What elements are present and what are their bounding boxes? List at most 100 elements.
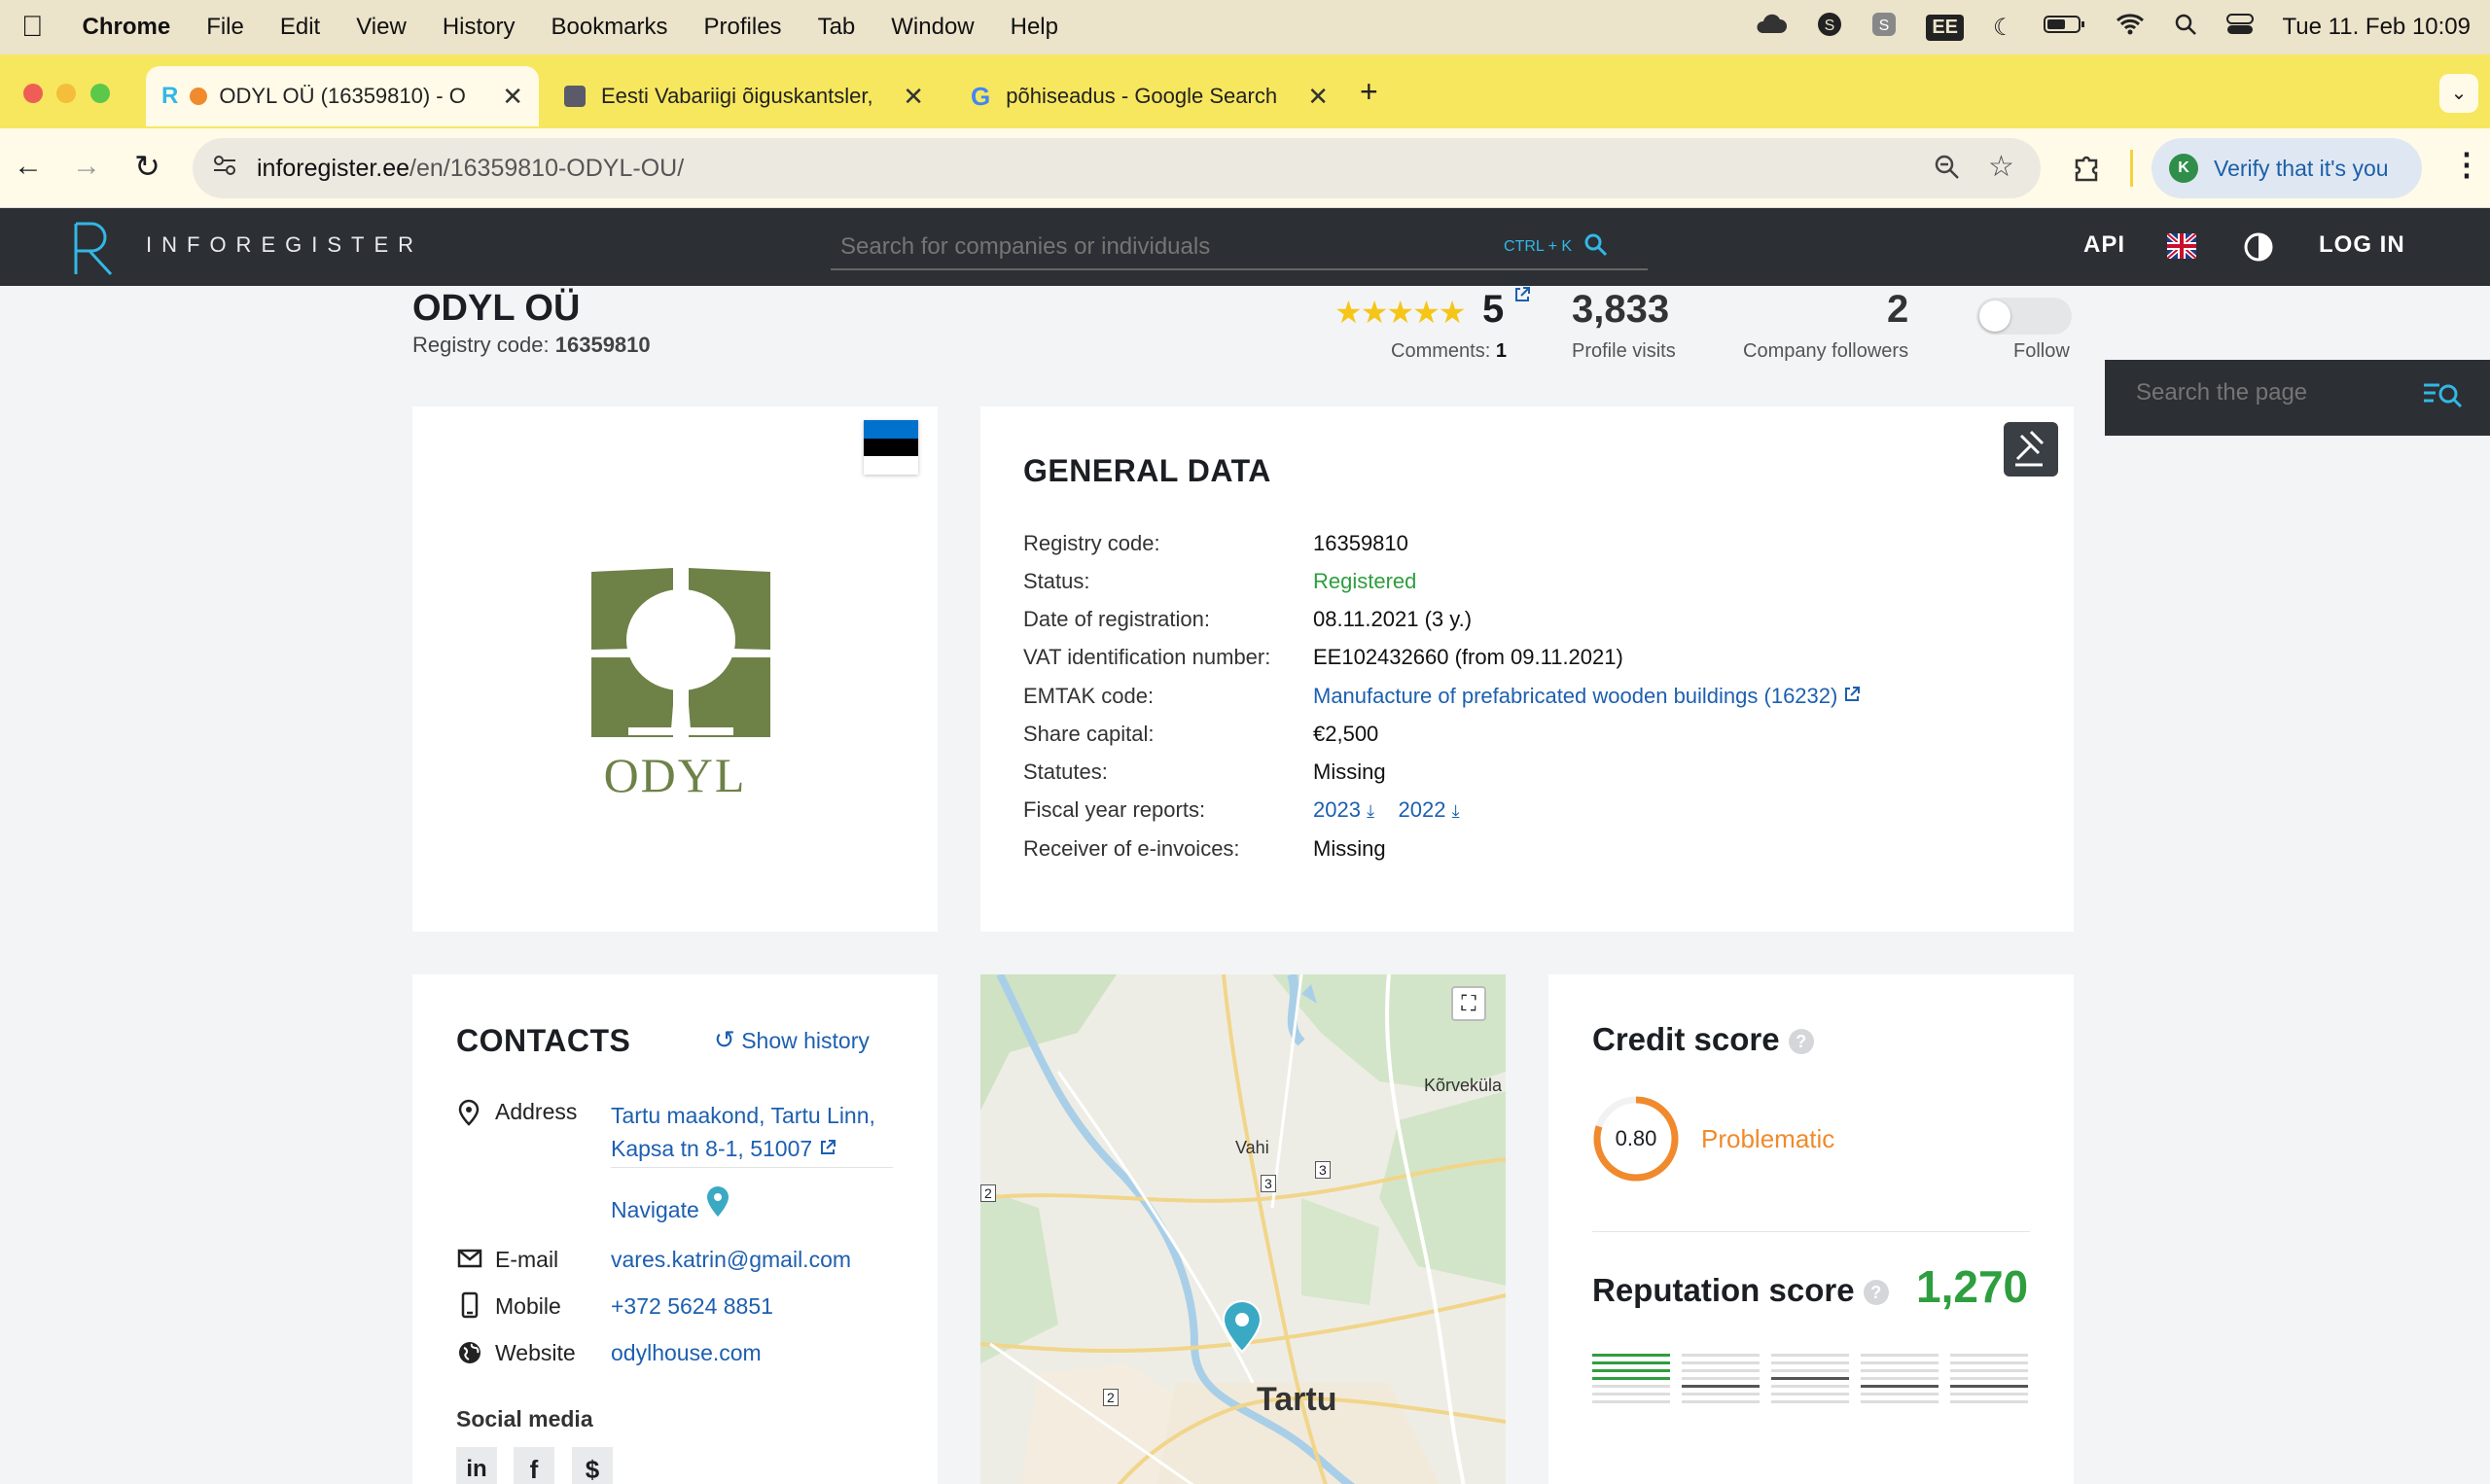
- mobile-link[interactable]: +372 5624 8851: [611, 1293, 773, 1320]
- login-link[interactable]: LOG IN: [2319, 231, 2405, 259]
- site-logo-text[interactable]: INFOREGISTER: [146, 232, 423, 258]
- url-path: /en/16359810-ODYL-OU/: [409, 154, 685, 182]
- search-icon[interactable]: [1583, 232, 1609, 263]
- tab-title: ODYL OÜ (16359810) - O: [219, 84, 466, 108]
- reload-icon[interactable]: ↻: [134, 148, 160, 185]
- search-list-icon[interactable]: [2422, 381, 2463, 415]
- battery-icon[interactable]: [2043, 14, 2086, 42]
- focus-moon-icon[interactable]: ☾: [1993, 14, 2014, 42]
- report-link-2023[interactable]: 2023 ⤓: [1313, 797, 1374, 822]
- comments-line[interactable]: Comments: 1: [1391, 340, 1507, 363]
- menu-file[interactable]: File: [206, 14, 244, 41]
- menu-app-name[interactable]: Chrome: [83, 14, 171, 41]
- new-tab-plus-icon[interactable]: +: [1360, 74, 1378, 110]
- site-settings-icon[interactable]: [212, 153, 237, 185]
- input-source-badge[interactable]: EE: [1926, 14, 1965, 41]
- wifi-icon[interactable]: [2116, 13, 2145, 43]
- tab-odyl[interactable]: R ODYL OÜ (16359810) - O ✕: [146, 66, 539, 126]
- menu-bookmarks[interactable]: Bookmarks: [551, 14, 667, 41]
- linkedin-icon[interactable]: in: [456, 1447, 497, 1484]
- menu-edit[interactable]: Edit: [280, 14, 320, 41]
- chrome-menu-kebab-icon[interactable]: ⋮: [2451, 146, 2482, 183]
- registry-link-icon[interactable]: $: [572, 1447, 613, 1484]
- reputation-bar-3: [1771, 1354, 1849, 1408]
- tab-close-icon[interactable]: ✕: [903, 82, 924, 112]
- verify-identity-button[interactable]: K Verify that it's you: [2152, 138, 2422, 198]
- google-favicon-icon: G: [971, 81, 991, 111]
- tab-oiguskantsler[interactable]: Eesti Vabariigi õiguskantsler, ✕: [551, 66, 940, 126]
- follow-label: Follow: [2013, 340, 2070, 362]
- court-gavel-icon[interactable]: [2004, 422, 2058, 477]
- gd-label: Fiscal year reports:: [1023, 797, 1206, 822]
- extensions-puzzle-icon[interactable]: [2072, 152, 2103, 188]
- menu-window[interactable]: Window: [891, 14, 974, 41]
- api-link[interactable]: API: [2083, 231, 2125, 259]
- uk-flag-icon[interactable]: [2165, 231, 2198, 264]
- apple-icon[interactable]: : [21, 11, 44, 44]
- menu-view[interactable]: View: [356, 14, 407, 41]
- cloud-icon[interactable]: [1755, 14, 1788, 42]
- address-link[interactable]: Tartu maakond, Tartu Linn, Kapsa tn 8-1,…: [611, 1099, 875, 1165]
- address-bar[interactable]: inforegister.ee/en/16359810-ODYL-OU/ ☆: [193, 138, 2041, 198]
- gd-emtak-text: Manufacture of prefabricated wooden buil…: [1313, 684, 1838, 708]
- window-close-button[interactable]: [23, 84, 43, 103]
- road-number-badge: 3: [1261, 1175, 1276, 1192]
- general-data-title: GENERAL DATA: [1023, 453, 1271, 488]
- tab-close-icon[interactable]: ✕: [502, 82, 523, 112]
- facebook-icon[interactable]: f: [514, 1447, 554, 1484]
- location-map[interactable]: ⛶ Kõrveküla Vahi Tartu 2 3 3 2: [980, 974, 1506, 1484]
- site-search-input[interactable]: [831, 233, 1492, 261]
- follow-toggle-knob: [1979, 300, 2010, 332]
- download-icon: ⤓: [1367, 801, 1375, 821]
- control-center-icon[interactable]: [2225, 13, 2254, 43]
- follow-toggle[interactable]: [1976, 298, 2072, 335]
- show-history-link[interactable]: ↺ Show history: [714, 1025, 870, 1055]
- inforegister-favicon-icon: R: [161, 83, 179, 109]
- tab-search-chevron-icon[interactable]: ⌄: [2439, 74, 2478, 113]
- menu-history[interactable]: History: [443, 14, 516, 41]
- menu-tab[interactable]: Tab: [818, 14, 856, 41]
- inforegister-logo-icon[interactable]: [72, 218, 117, 281]
- website-link[interactable]: odylhouse.com: [611, 1340, 762, 1366]
- map-location-pin-icon[interactable]: [1222, 1299, 1263, 1359]
- rating-stars-icon[interactable]: ★★★★★: [1334, 294, 1466, 331]
- odyl-logo-wordmark: ODYL: [603, 748, 747, 802]
- menu-help[interactable]: Help: [1011, 14, 1058, 41]
- external-link-icon: [820, 1140, 836, 1154]
- menu-profiles[interactable]: Profiles: [704, 14, 782, 41]
- s-app-icon[interactable]: S: [1871, 12, 1897, 44]
- zoom-icon[interactable]: [1934, 154, 1961, 188]
- gd-fiscal-reports: 2023 ⤓ 2022 ⤓: [1313, 797, 1460, 823]
- gd-statutes-value: Missing: [1313, 760, 1386, 784]
- map-fullscreen-icon[interactable]: ⛶: [1451, 986, 1486, 1021]
- map-label-korvekula: Kõrveküla: [1424, 1076, 1503, 1095]
- credit-rating-label: Problematic: [1701, 1124, 1835, 1153]
- window-minimize-button[interactable]: [56, 84, 76, 103]
- window-zoom-button[interactable]: [90, 84, 110, 103]
- gd-emtak-link[interactable]: Manufacture of prefabricated wooden buil…: [1313, 684, 1861, 709]
- skype-icon[interactable]: S: [1817, 12, 1842, 44]
- help-icon[interactable]: ?: [1863, 1280, 1889, 1306]
- spotlight-search-icon[interactable]: [2174, 13, 2197, 43]
- reputation-bar-2: [1682, 1354, 1760, 1408]
- menubar-clock[interactable]: Tue 11. Feb 10:09: [2283, 14, 2471, 41]
- bookmark-star-icon[interactable]: ☆: [1988, 150, 2014, 184]
- tab-google-search[interactable]: G põhiseadus - Google Search ✕: [955, 66, 1344, 126]
- email-icon: [457, 1249, 482, 1273]
- external-link-icon[interactable]: [1513, 286, 1531, 308]
- search-page-input[interactable]: [2136, 379, 2418, 406]
- report-link-2022[interactable]: 2022 ⤓: [1399, 797, 1460, 822]
- address-label: Address: [495, 1099, 578, 1124]
- forward-arrow-icon[interactable]: →: [72, 150, 101, 183]
- email-link[interactable]: vares.katrin@gmail.com: [611, 1247, 851, 1273]
- back-arrow-icon[interactable]: ←: [14, 150, 43, 183]
- navigate-link[interactable]: Navigate: [611, 1184, 730, 1223]
- comments-label: Comments:: [1391, 340, 1491, 362]
- tab-close-icon[interactable]: ✕: [1307, 82, 1329, 112]
- theme-toggle-icon[interactable]: [2243, 231, 2274, 267]
- crest-favicon-icon: [564, 86, 586, 107]
- reputation-bar-5: [1950, 1354, 2028, 1408]
- help-icon[interactable]: ?: [1788, 1029, 1814, 1055]
- address-line: Kapsa tn 8-1, 51007: [611, 1136, 813, 1161]
- divider: [1592, 1231, 2030, 1232]
